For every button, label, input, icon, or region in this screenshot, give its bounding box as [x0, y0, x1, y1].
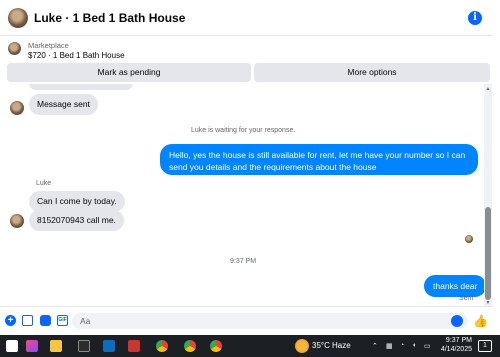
contact-avatar[interactable]	[8, 8, 28, 28]
message-timestamp: 9:37 PM	[230, 258, 257, 265]
clock-date[interactable]: 4/14/2025	[436, 346, 472, 353]
plus-icon[interactable]: +	[5, 315, 16, 326]
copilot-icon[interactable]	[26, 340, 38, 352]
message-bubble: Message sent	[29, 94, 98, 115]
gif-icon[interactable]: GIF	[57, 315, 68, 326]
start-icon[interactable]	[6, 340, 18, 352]
outgoing-message-bubble: Hello, yes the house is still available …	[160, 144, 478, 175]
battery-icon[interactable]: ▭	[424, 342, 431, 350]
app-icon[interactable]	[78, 340, 90, 352]
conversation-header: Luke · 1 Bed 1 Bath House i	[0, 0, 492, 36]
file-explorer-icon[interactable]	[50, 340, 62, 352]
listing-category: Marketplace	[28, 41, 69, 50]
tray-app-icon[interactable]: ▦	[386, 342, 393, 350]
outlook-icon[interactable]	[103, 340, 115, 352]
more-options-button[interactable]: More options	[254, 63, 490, 82]
listing-item: $720 · 1 Bed 1 Bath House	[28, 51, 125, 60]
messenger-window: Luke · 1 Bed 1 Bath House i Marketplace …	[0, 0, 500, 357]
sender-avatar	[10, 101, 24, 115]
incoming-message-bubble: 8152070943 call me.	[29, 210, 124, 231]
listing-thumbnail	[8, 42, 21, 55]
chrome-icon[interactable]	[156, 340, 168, 352]
notification-badge[interactable]: 1	[478, 340, 492, 352]
clock-time[interactable]: 9:37 PM	[440, 337, 472, 344]
waiting-notice: Luke is waiting for your response.	[191, 127, 296, 134]
emoji-icon[interactable]	[451, 315, 463, 327]
chrome-icon[interactable]	[210, 340, 222, 352]
mark-as-pending-button[interactable]: Mark as pending	[7, 63, 251, 82]
outgoing-message-bubble: thanks dear	[424, 275, 484, 297]
weather-temperature[interactable]: 35°C	[312, 341, 330, 350]
read-receipt-avatar	[465, 235, 473, 243]
sender-avatar	[10, 214, 24, 228]
message-input[interactable]: Aa	[72, 313, 468, 329]
weather-icon[interactable]	[295, 339, 309, 353]
message-composer: + GIF Aa 👍	[0, 306, 492, 334]
scroll-up-icon[interactable]: ▲	[485, 86, 491, 92]
marketplace-listing[interactable]: Marketplace $720 · 1 Bed 1 Bath House	[0, 36, 492, 62]
weather-condition[interactable]: Haze	[332, 341, 351, 350]
sender-name: Luke	[36, 180, 52, 187]
scrollbar-thumb[interactable]	[485, 207, 491, 300]
wifi-icon[interactable]: ◔	[400, 342, 404, 349]
volume-icon[interactable]: ◖	[412, 342, 416, 349]
sent-status: Sent	[459, 295, 474, 302]
incoming-message-bubble: Can I come by today.	[29, 191, 125, 212]
tray-chevron-icon[interactable]: ⌃	[372, 342, 378, 350]
windows-taskbar: 35°C Haze ⌃ ▦ ◔ ◖ ▭ 9:37 PM 4/14/2025 1	[0, 335, 500, 357]
previous-message-bubble	[29, 84, 133, 90]
thumbs-up-icon[interactable]: 👍	[473, 314, 488, 328]
chrome-icon[interactable]	[184, 340, 196, 352]
info-icon[interactable]: i	[468, 11, 482, 25]
app-icon[interactable]	[128, 340, 140, 352]
conversation-title[interactable]: Luke · 1 Bed 1 Bath House	[34, 11, 185, 25]
camera-icon[interactable]	[22, 315, 33, 326]
sticker-icon[interactable]	[40, 315, 51, 326]
message-thread: Message sent Luke is waiting for your re…	[0, 84, 484, 306]
